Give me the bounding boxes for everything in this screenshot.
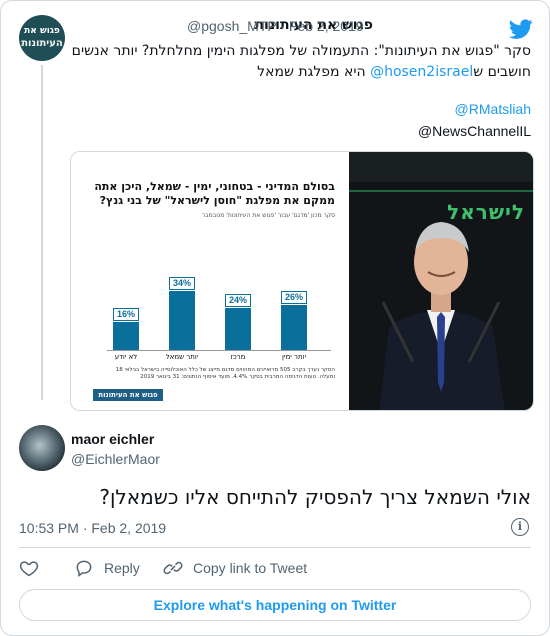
chart-footnote: הסקר נערך בקרב 505 מרואיינים המהווים מדג… (115, 367, 335, 380)
twitter-bird-icon[interactable] (509, 17, 533, 41)
quoted-text-line2: חושבים ש@hosen2israel היא מפלגת שמאל (71, 62, 531, 83)
quoted-text-part-b: היא מפלגת שמאל (257, 64, 371, 80)
quoted-avatar-line2: העיתונות (21, 38, 63, 49)
chart-value-label: 26% (281, 290, 307, 304)
quoted-handle[interactable]: @pgosh_MTP (187, 18, 276, 34)
politician-photo: לישראל (349, 152, 533, 410)
explore-button[interactable]: Explore what's happening on Twitter (19, 589, 531, 621)
bar-chart: 16% לא יודע 34% יותר שמאל 24% מרכז 26% יותר ימי… (101, 262, 337, 362)
copy-link-label: Copy link to Tweet (193, 560, 308, 576)
divider (19, 547, 531, 548)
chart-bar (113, 322, 139, 350)
reply-handle[interactable]: @EichlerMaor (71, 451, 160, 467)
like-button[interactable] (19, 558, 49, 578)
quoted-text: סקר "פגוש את העיתונות": התעמולה של מפלגו… (71, 41, 531, 83)
chart-subtitle: סקר מכון 'מדגם' עבור 'פגוש את העיתונות' … (201, 212, 335, 219)
chart-bar (169, 290, 195, 350)
quoted-date[interactable]: Feb 2, 2019 (289, 18, 364, 34)
chart-bar (225, 308, 251, 350)
reply-timestamp[interactable]: 10:53 PM · Feb 2, 2019 (19, 520, 166, 536)
chart-value-label: 34% (169, 276, 195, 290)
copy-link-button[interactable]: Copy link to Tweet (163, 558, 307, 578)
chart-bar (281, 304, 307, 350)
chart-value-label: 16% (113, 308, 139, 321)
meta-separator: · (280, 18, 286, 34)
chart-category-label: יותר ימין (281, 353, 307, 361)
reply-label: Reply (104, 560, 140, 576)
quoted-meta: @pgosh_MTP · Feb 2, 2019 (187, 18, 364, 34)
reply-icon (76, 560, 92, 577)
thread-line (41, 65, 43, 400)
portrait-illustration (349, 152, 533, 410)
quoted-text-part-a: חושבים ש (473, 64, 531, 80)
quoted-text-line1: סקר "פגוש את העיתונות": התעמולה של מפלגו… (71, 43, 531, 59)
chart-value-label: 24% (225, 294, 251, 307)
chart-category-label: לא יודע (114, 353, 138, 361)
reply-button[interactable]: Reply (74, 558, 140, 578)
hosen-mention-link[interactable]: @hosen2israel (370, 64, 473, 80)
quoted-avatar-line1: פגוש את (24, 26, 60, 36)
quoted-avatar[interactable]: פגוש את העיתונות (19, 15, 65, 61)
mention-rmatsliah-link[interactable]: @RMatsliah (455, 101, 531, 117)
chart-panel: בסולם המדיני - בטחוני, ימין - שמאל, היכן… (71, 152, 349, 410)
reply-avatar[interactable] (19, 425, 65, 471)
heart-icon (19, 561, 39, 577)
chart-axis (107, 350, 331, 351)
link-icon (163, 561, 183, 575)
tweet-card: פגוש את העיתונות פגוש את העיתונות @pgosh… (0, 0, 550, 636)
program-logo: פגוש את העיתונות (93, 389, 163, 401)
reply-text: אולי השמאל צריך להפסיק להתייחס אליו כשמא… (99, 485, 531, 509)
chart-title: בסולם המדיני - בטחוני, ימין - שמאל, היכן… (94, 180, 335, 207)
tweet-media-image[interactable]: בסולם המדיני - בטחוני, ימין - שמאל, היכן… (70, 151, 534, 411)
reply-display-name[interactable]: maor eichler (71, 431, 154, 447)
chart-category-label: מרכז (230, 353, 246, 361)
info-icon[interactable]: i (511, 518, 529, 536)
chart-category-label: יותר שמאל (165, 353, 199, 361)
mention-newschannel-link[interactable]: @NewsChannelIL (418, 123, 531, 139)
